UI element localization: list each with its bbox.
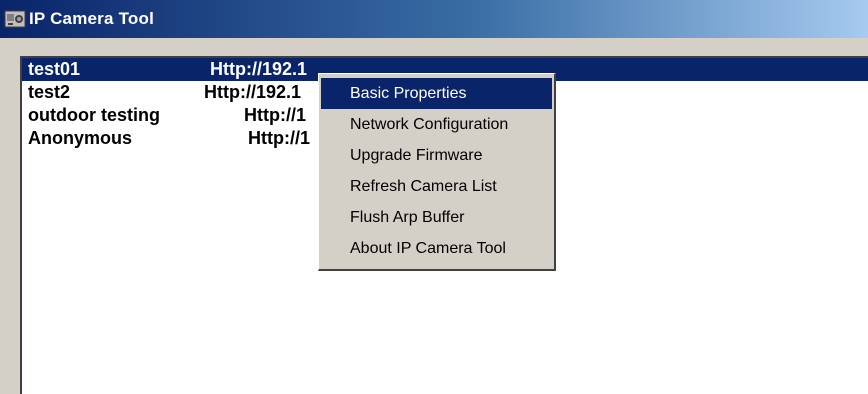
camera-name: test2 — [28, 82, 71, 102]
menu-item-about[interactable]: About IP Camera Tool — [321, 233, 552, 264]
camera-url: Http://1 — [244, 105, 306, 125]
camera-url: Http://192.1 — [210, 59, 308, 79]
menu-item-refresh-camera-list[interactable]: Refresh Camera List — [321, 171, 552, 202]
menu-item-flush-arp-buffer[interactable]: Flush Arp Buffer — [321, 202, 552, 233]
camera-name: test01 — [28, 59, 81, 79]
camera-url: Http://192.1 — [204, 82, 302, 102]
camera-app-icon[interactable] — [4, 8, 26, 30]
menu-item-network-configuration[interactable]: Network Configuration — [321, 109, 552, 140]
window-title: IP Camera Tool — [29, 9, 154, 28]
camera-url: Http://1 — [248, 128, 310, 148]
context-menu: Basic Properties Network Configuration U… — [318, 73, 556, 271]
camera-name: outdoor testing — [28, 105, 160, 125]
menu-item-basic-properties[interactable]: Basic Properties — [321, 78, 552, 109]
title-bar[interactable]: IP Camera Tool — [0, 0, 868, 38]
menu-item-upgrade-firmware[interactable]: Upgrade Firmware — [321, 140, 552, 171]
app-window: IP Camera Tool test01 Http://192.1 test2… — [0, 0, 868, 394]
camera-name: Anonymous — [28, 128, 133, 148]
